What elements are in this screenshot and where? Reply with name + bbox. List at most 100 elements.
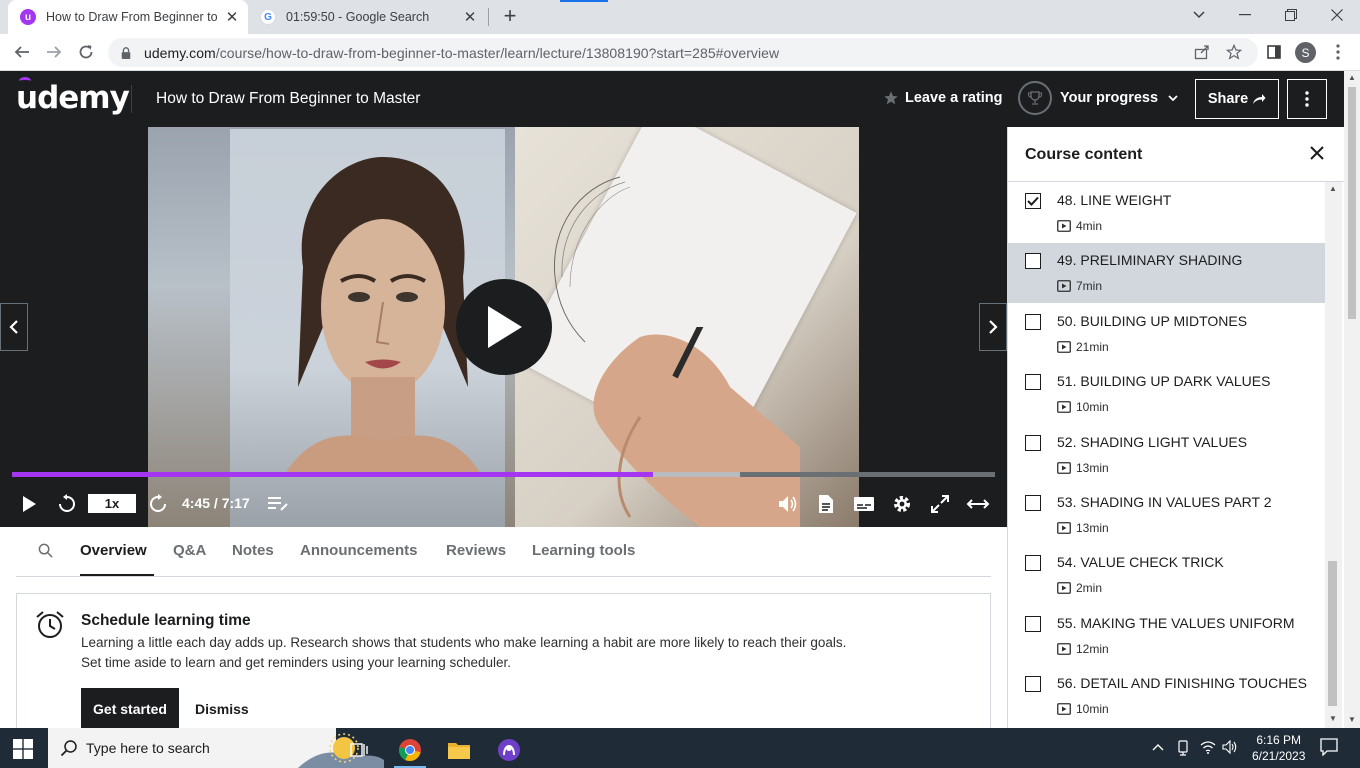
previous-lecture-button[interactable] <box>0 303 28 351</box>
play-button[interactable] <box>16 489 42 519</box>
lecture-item[interactable]: 55. MAKING THE VALUES UNIFORM 12min <box>1008 606 1326 666</box>
chrome-taskbar-icon[interactable] <box>390 732 430 768</box>
lecture-duration-text: 10min <box>1076 702 1109 717</box>
lecture-duration-text: 7min <box>1076 279 1103 294</box>
restore-button[interactable] <box>1268 0 1314 30</box>
dismiss-button[interactable]: Dismiss <box>195 701 249 717</box>
notifications-icon[interactable] <box>1320 738 1338 759</box>
forward-button[interactable] <box>42 40 66 64</box>
forward-5s-button[interactable] <box>144 489 174 519</box>
lecture-checkbox[interactable] <box>1025 434 1041 451</box>
get-started-button[interactable]: Get started <box>81 688 179 730</box>
new-tab-button[interactable]: + <box>498 4 522 28</box>
system-clock[interactable]: 6:16 PM 6/21/2023 <box>1252 732 1305 764</box>
volume-tray-icon[interactable] <box>1222 739 1238 757</box>
captions-button[interactable] <box>850 489 878 519</box>
github-desktop-icon[interactable] <box>489 732 529 768</box>
lecture-item[interactable]: 56. DETAIL AND FINISHING TOUCHES 10min <box>1008 666 1326 726</box>
your-progress-dropdown[interactable]: Your progress <box>1060 90 1178 106</box>
leave-rating-button[interactable]: Leave a rating <box>883 90 1003 106</box>
share-button[interactable]: Share <box>1195 79 1279 119</box>
expand-horizontal-icon <box>966 499 990 509</box>
rewind-5s-button[interactable] <box>54 489 80 519</box>
play-icon <box>23 496 36 512</box>
browser-menu-icon[interactable] <box>1326 40 1350 64</box>
tab-reviews[interactable]: Reviews <box>446 542 506 559</box>
lecture-item[interactable]: 54. VALUE CHECK TRICK 2min <box>1008 545 1326 605</box>
close-tab-icon[interactable]: ✕ <box>222 8 242 26</box>
page-scroll-thumb[interactable] <box>1348 87 1356 319</box>
bookmark-star-icon[interactable] <box>1222 40 1246 64</box>
alarm-clock-icon <box>36 611 64 638</box>
task-view-icon[interactable] <box>340 732 380 768</box>
transcript-button[interactable] <box>812 489 840 519</box>
udemy-favicon-icon: u <box>20 9 36 25</box>
close-tab-icon[interactable]: ✕ <box>460 8 480 26</box>
settings-button[interactable] <box>888 489 916 519</box>
tab-notes[interactable]: Notes <box>232 542 274 559</box>
sidebar-scrollbar[interactable]: ▲ ▼ <box>1325 182 1342 728</box>
course-title[interactable]: How to Draw From Beginner to Master <box>156 90 420 108</box>
progress-ring[interactable] <box>1018 81 1052 115</box>
lecture-checkbox[interactable] <box>1025 374 1041 391</box>
lecture-item[interactable]: 50. BUILDING UP MIDTONES 21min <box>1008 304 1326 364</box>
tab-qa[interactable]: Q&A <box>173 542 206 559</box>
back-button[interactable] <box>10 40 34 64</box>
close-sidebar-button[interactable] <box>1308 144 1326 167</box>
windows-start-icon[interactable] <box>13 739 33 759</box>
lecture-duration: 13min <box>1057 521 1109 535</box>
reload-button[interactable] <box>74 40 98 64</box>
lecture-duration-text: 13min <box>1076 521 1109 535</box>
next-lecture-button[interactable] <box>979 303 1007 351</box>
playback-speed-button[interactable]: 1x <box>88 494 136 513</box>
lecture-item[interactable]: 48. LINE WEIGHT 4min <box>1008 183 1326 243</box>
browser-tab-google[interactable]: G 01:59:50 - Google Search ✕ <box>250 0 486 34</box>
search-icon[interactable] <box>38 543 53 563</box>
big-play-button[interactable] <box>456 279 552 375</box>
tab-overview[interactable]: Overview <box>80 542 147 559</box>
video-player[interactable]: 1x 4:45 / 7:17 <box>0 127 1007 527</box>
lecture-checkbox[interactable] <box>1025 555 1041 572</box>
profile-avatar[interactable]: S <box>1295 42 1316 63</box>
lecture-checkbox[interactable] <box>1025 313 1041 330</box>
add-note-button[interactable] <box>264 489 292 519</box>
lecture-title: 48. LINE WEIGHT <box>1057 192 1172 208</box>
file-explorer-icon[interactable] <box>439 732 479 768</box>
taskbar-search-box[interactable]: Type here to search <box>48 728 384 768</box>
lecture-item[interactable]: 52. SHADING LIGHT VALUES 13min <box>1008 425 1326 485</box>
udemy-logo[interactable]: udemy <box>16 77 130 116</box>
lecture-checkbox[interactable] <box>1025 253 1041 270</box>
expand-width-button[interactable] <box>964 489 992 519</box>
lecture-item[interactable]: 53. SHADING IN VALUES PART 2 13min <box>1008 485 1326 545</box>
video-icon <box>1057 461 1071 474</box>
tab-search-chevron-icon[interactable] <box>1176 0 1222 30</box>
url-field[interactable]: udemy.com/course/how-to-draw-from-beginn… <box>108 38 1258 67</box>
sidebar-scroll-thumb[interactable] <box>1328 561 1337 706</box>
close-window-button[interactable] <box>1314 0 1360 30</box>
active-tab-indicator <box>80 574 154 576</box>
lecture-checkbox[interactable] <box>1025 615 1041 632</box>
video-icon <box>1057 522 1071 534</box>
lecture-item[interactable]: 51. BUILDING UP DARK VALUES 10min <box>1008 364 1326 424</box>
lecture-title: 52. SHADING LIGHT VALUES <box>1057 433 1248 450</box>
show-hidden-icons-icon[interactable] <box>1152 740 1164 754</box>
more-options-button[interactable] <box>1287 79 1327 119</box>
played-bar <box>12 472 653 477</box>
fullscreen-button[interactable] <box>926 489 954 519</box>
browser-tab-udemy[interactable]: u How to Draw From Beginner to M ✕ <box>8 0 248 34</box>
volume-button[interactable] <box>774 489 802 519</box>
wifi-icon[interactable] <box>1200 740 1216 757</box>
side-panel-icon[interactable] <box>1262 40 1286 64</box>
tab-announcements[interactable]: Announcements <box>300 542 418 559</box>
tab-learning-tools[interactable]: Learning tools <box>532 542 635 559</box>
lecture-checkbox[interactable] <box>1025 676 1041 693</box>
video-progress-bar[interactable] <box>12 472 995 477</box>
minimize-button[interactable] <box>1222 0 1268 30</box>
network-device-icon[interactable] <box>1176 740 1190 759</box>
lecture-checkbox[interactable] <box>1025 193 1041 209</box>
share-page-icon[interactable] <box>1190 40 1214 64</box>
lecture-item[interactable]: 49. PRELIMINARY SHADING 7min <box>1008 243 1326 304</box>
tab-divider <box>488 8 489 26</box>
page-scrollbar[interactable]: ▲ ▼ <box>1344 71 1360 728</box>
lecture-checkbox[interactable] <box>1025 495 1041 511</box>
